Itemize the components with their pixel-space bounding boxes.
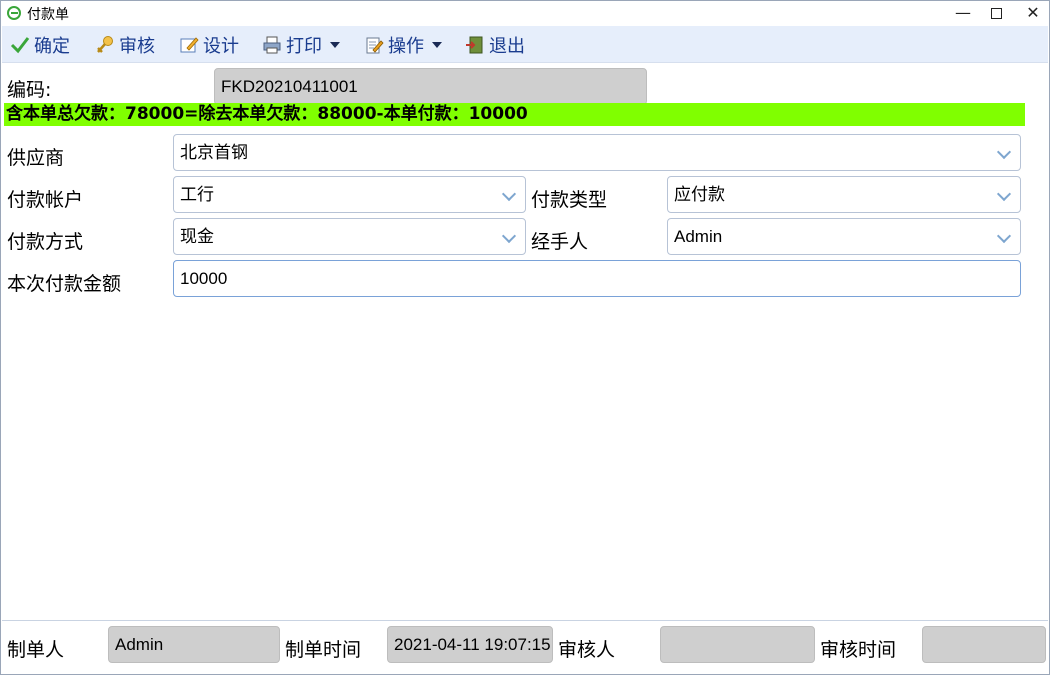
summary-banner: 含本单总欠款：78000=除去本单欠款：88000-本单付款：10000 [4,103,1025,126]
type-select[interactable]: 应付款 [667,176,1021,213]
type-label: 付款类型 [531,189,608,211]
exit-label: 退出 [489,36,525,57]
auditor-label: 审核人 [558,639,616,661]
supplier-select[interactable]: 北京首钢 [173,134,1021,171]
chevron-down-icon[interactable] [988,219,1020,254]
account-value: 工行 [180,185,214,204]
key-icon [95,35,115,55]
chevron-down-icon[interactable] [988,135,1020,170]
creator-value: Admin [115,635,164,654]
supplier-label: 供应商 [7,147,65,169]
confirm-button[interactable]: 确定 [10,32,70,58]
method-label: 付款方式 [7,231,84,253]
chevron-down-icon[interactable] [988,177,1020,212]
handler-label: 经手人 [531,231,589,253]
maximize-button[interactable] [976,1,1016,25]
operate-label: 操作 [388,36,424,57]
method-value: 现金 [180,227,214,246]
chevron-down-icon[interactable] [493,177,525,212]
audit-button[interactable]: 审核 [95,32,155,58]
method-select[interactable]: 现金 [173,218,526,255]
app-logo-icon [7,6,21,20]
printer-icon [262,35,282,55]
print-label: 打印 [286,36,322,57]
auditor-field[interactable] [660,626,815,663]
print-button[interactable]: 打印 [262,32,340,58]
audit-time-field[interactable] [922,626,1046,663]
toolbar: 确定 审核 设计 打印 操作 退出 [2,26,1048,63]
operate-button[interactable]: 操作 [364,32,442,58]
code-value: FKD20210411001 [221,77,358,96]
close-button[interactable]: ✕ [1013,1,1050,25]
code-field[interactable]: FKD20210411001 [214,68,647,105]
design-button[interactable]: 设计 [179,32,239,58]
creator-field[interactable]: Admin [108,626,280,663]
chevron-down-icon[interactable] [493,219,525,254]
account-label: 付款帐户 [7,189,84,211]
checkmark-icon [10,35,30,55]
chevron-down-icon [330,42,340,48]
design-label: 设计 [203,36,239,57]
account-select[interactable]: 工行 [173,176,526,213]
creator-label: 制单人 [7,639,65,661]
exit-button[interactable]: 退出 [465,32,525,58]
supplier-value: 北京首钢 [180,143,248,162]
footer-divider [2,620,1048,621]
created-time-value: 2021-04-11 19:07:15 [394,635,551,654]
chevron-down-icon [432,42,442,48]
type-value: 应付款 [674,185,725,204]
maximize-icon [990,8,1002,19]
payment-window: 付款单 — ✕ 确定 审核 设计 打印 操作 退出 编码: FKD2021041… [0,0,1050,675]
title-bar: 付款单 — ✕ [1,1,1049,25]
code-label: 编码: [7,79,52,101]
amount-label: 本次付款金额 [7,273,122,295]
created-time-label: 制单时间 [285,639,362,661]
handler-value: Admin [674,227,723,246]
edit-document-icon [364,35,384,55]
confirm-label: 确定 [34,36,70,57]
amount-value: 10000 [180,269,228,288]
audit-time-label: 审核时间 [820,639,897,661]
audit-label: 审核 [119,36,155,57]
amount-input[interactable]: 10000 [173,260,1021,297]
created-time-field[interactable]: 2021-04-11 19:07:15 [387,626,553,663]
window-title: 付款单 [27,7,69,23]
handler-select[interactable]: Admin [667,218,1021,255]
exit-door-icon [465,35,485,55]
design-icon [179,35,199,55]
